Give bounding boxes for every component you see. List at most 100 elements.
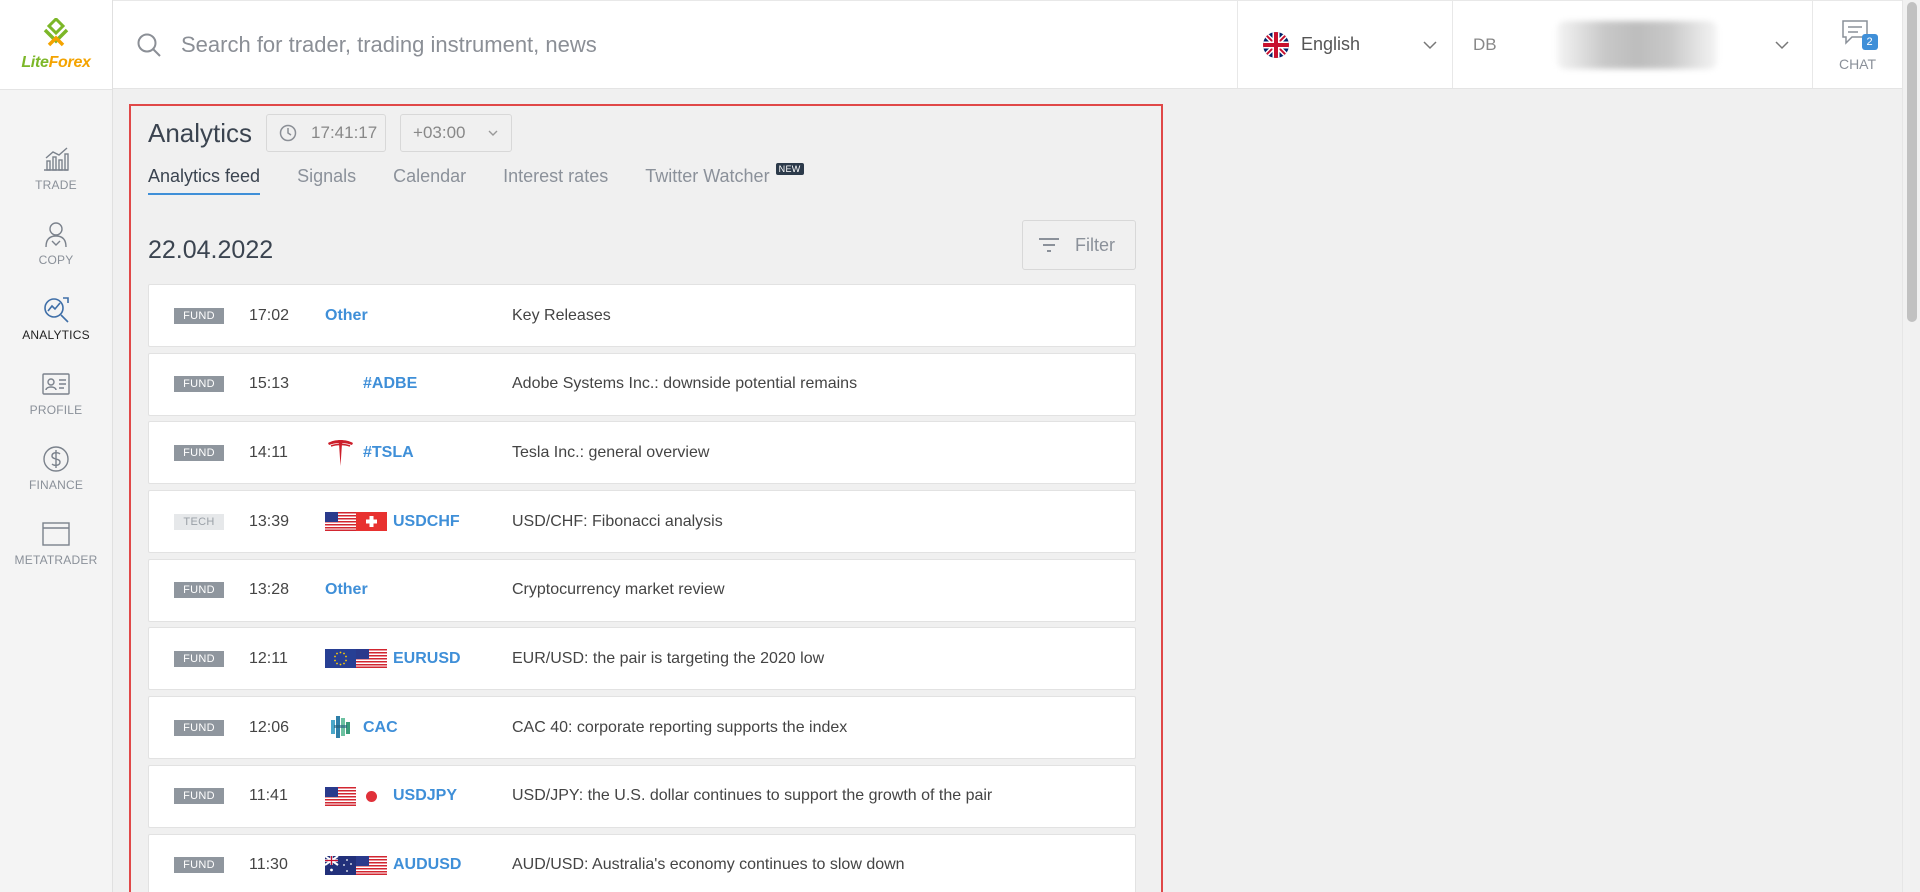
adobe-logo-icon	[325, 369, 356, 400]
analytics-panel: Analytics 17:41:17 +03:00 Analytics feed…	[129, 104, 1163, 892]
item-title: Tesla Inc.: general overview	[512, 443, 710, 461]
type-badge: FUND	[174, 857, 224, 873]
cac-logo-icon	[331, 716, 350, 739]
list-item[interactable]: FUND 15:13 #ADBE Adobe Systems Inc.: dow…	[148, 352, 1136, 416]
item-title: EUR/USD: the pair is targeting the 2020 …	[512, 649, 825, 667]
us-flag-icon	[325, 786, 356, 806]
item-time: 17:02	[249, 306, 290, 324]
instrument[interactable]: USDCHF	[325, 512, 460, 532]
account-selector[interactable]: DB	[1452, 1, 1812, 88]
page-title: Analytics	[148, 117, 253, 148]
top-bar: English DB 2 CHAT	[113, 0, 1902, 89]
sidebar-item-trade[interactable]: TRADE	[0, 130, 112, 205]
eu-flag-icon	[325, 649, 356, 669]
filter-button[interactable]: Filter	[1022, 220, 1136, 270]
currency-flags	[325, 649, 387, 669]
item-title: CAC 40: corporate reporting supports the…	[512, 718, 848, 736]
list-item[interactable]: FUND 11:41 USDJPY USD/JPY: the U.S. doll…	[148, 764, 1136, 828]
language-selector[interactable]: English	[1237, 1, 1452, 88]
list-item[interactable]: TECH 13:39 USDCHF USD/CHF: Fibonacci ana…	[148, 490, 1136, 554]
brand-name: LiteForex	[21, 53, 91, 71]
item-time: 15:13	[249, 375, 290, 393]
sidebar-item-label: FINANCE	[28, 477, 84, 492]
clock-time: 17:41:17	[311, 123, 378, 142]
tab-signals[interactable]: Signals	[297, 166, 356, 195]
main-nav: TRADE COPY ANALYTICS PROFILE FINANCE MET…	[0, 90, 112, 580]
tab-twitter-watcher[interactable]: Twitter Watcher NEW	[645, 163, 804, 195]
account-number-blurred	[1556, 20, 1717, 69]
filter-icon	[1039, 238, 1059, 252]
instrument-symbol: #ADBE	[363, 375, 418, 393]
type-badge: TECH	[174, 513, 224, 530]
timezone-value: +03:00	[413, 123, 466, 142]
type-badge: FUND	[174, 582, 224, 599]
type-badge: FUND	[174, 650, 224, 667]
sidebar-item-label: COPY	[38, 252, 74, 267]
page-scrollbar[interactable]	[1902, 0, 1920, 892]
instrument-symbol: Other	[325, 581, 368, 599]
sidebar-item-label: PROFILE	[29, 402, 83, 417]
window-icon	[42, 521, 70, 546]
list-item[interactable]: FUND 11:30 AUDUSD AUD/USD: Australia's e…	[148, 833, 1136, 892]
currency-flags	[325, 786, 387, 806]
item-time: 14:11	[249, 443, 288, 461]
instrument[interactable]: #TSLA	[325, 437, 414, 468]
tab-analytics-feed[interactable]: Analytics feed	[148, 166, 261, 195]
sidebar-item-metatrader[interactable]: METATRADER	[0, 505, 112, 580]
chevron-down-icon	[488, 130, 498, 136]
analytics-tabs: Analytics feed Signals Calendar Interest…	[148, 163, 807, 195]
type-badge: FUND	[174, 719, 224, 736]
sidebar-item-label: ANALYTICS	[22, 327, 90, 342]
type-badge: FUND	[174, 307, 224, 324]
item-time: 11:30	[249, 856, 288, 873]
list-item[interactable]: FUND 14:11 #TSLA Tesla Inc.: general ove…	[148, 421, 1136, 485]
copy-trader-icon	[45, 221, 67, 247]
uk-flag-icon	[1263, 31, 1289, 58]
analytics-header: Analytics 17:41:17 +03:00	[148, 114, 513, 152]
timezone-select[interactable]: +03:00	[400, 114, 513, 152]
chat-button[interactable]: 2 CHAT	[1812, 1, 1902, 88]
item-title: AUD/USD: Australia's economy continues t…	[512, 856, 905, 873]
scrollbar-thumb[interactable]	[1907, 2, 1917, 322]
chat-count-badge: 2	[1861, 33, 1878, 50]
sidebar-item-profile[interactable]: PROFILE	[0, 355, 112, 430]
dollar-coin-icon	[43, 445, 69, 472]
us-flag-icon	[325, 512, 356, 532]
search-icon	[137, 33, 161, 57]
chevron-down-icon	[1775, 41, 1789, 50]
instrument[interactable]: Other	[325, 581, 368, 599]
analytics-icon	[44, 296, 69, 323]
new-badge: NEW	[775, 163, 804, 175]
instrument[interactable]: Other	[325, 307, 368, 325]
instrument[interactable]: USDJPY	[325, 786, 458, 806]
item-title: Key Releases	[512, 306, 611, 324]
sidebar-item-copy[interactable]: COPY	[0, 205, 112, 280]
list-item[interactable]: FUND 13:28 Other Cryptocurrency market r…	[148, 558, 1136, 622]
chat-icon-wrap: 2	[1840, 18, 1878, 52]
instrument[interactable]: AUDUSD	[325, 855, 461, 875]
item-title: USD/JPY: the U.S. dollar continues to su…	[512, 787, 993, 805]
type-badge: FUND	[174, 376, 224, 393]
list-item[interactable]: FUND 17:02 Other Key Releases	[148, 284, 1136, 347]
tab-interest-rates[interactable]: Interest rates	[503, 166, 608, 195]
japan-flag-icon	[356, 786, 387, 806]
instrument-symbol: CAC	[363, 718, 398, 736]
type-badge: FUND	[174, 444, 224, 461]
item-time: 12:06	[249, 718, 290, 736]
sidebar-item-finance[interactable]: FINANCE	[0, 430, 112, 505]
instrument-symbol: USDJPY	[393, 787, 458, 805]
profile-card-icon	[42, 372, 70, 395]
instrument[interactable]: #ADBE	[325, 369, 417, 400]
brand-logo[interactable]: LiteForex	[0, 0, 112, 90]
instrument[interactable]: CAC	[325, 712, 398, 743]
sidebar-item-analytics[interactable]: ANALYTICS	[0, 280, 112, 355]
list-item[interactable]: FUND 12:06 CAC CAC 40: corporate reporti…	[148, 696, 1136, 760]
search-input[interactable]	[181, 31, 881, 58]
tab-calendar[interactable]: Calendar	[393, 166, 466, 195]
list-item[interactable]: FUND 12:11 EURUSD EUR/USD: the pair is t…	[148, 627, 1136, 691]
clock-display: 17:41:17	[266, 114, 387, 152]
instrument[interactable]: EURUSD	[325, 649, 461, 669]
chevron-down-icon	[1423, 41, 1437, 50]
sidebar-item-label: METATRADER	[14, 552, 98, 567]
filter-label: Filter	[1075, 234, 1115, 255]
